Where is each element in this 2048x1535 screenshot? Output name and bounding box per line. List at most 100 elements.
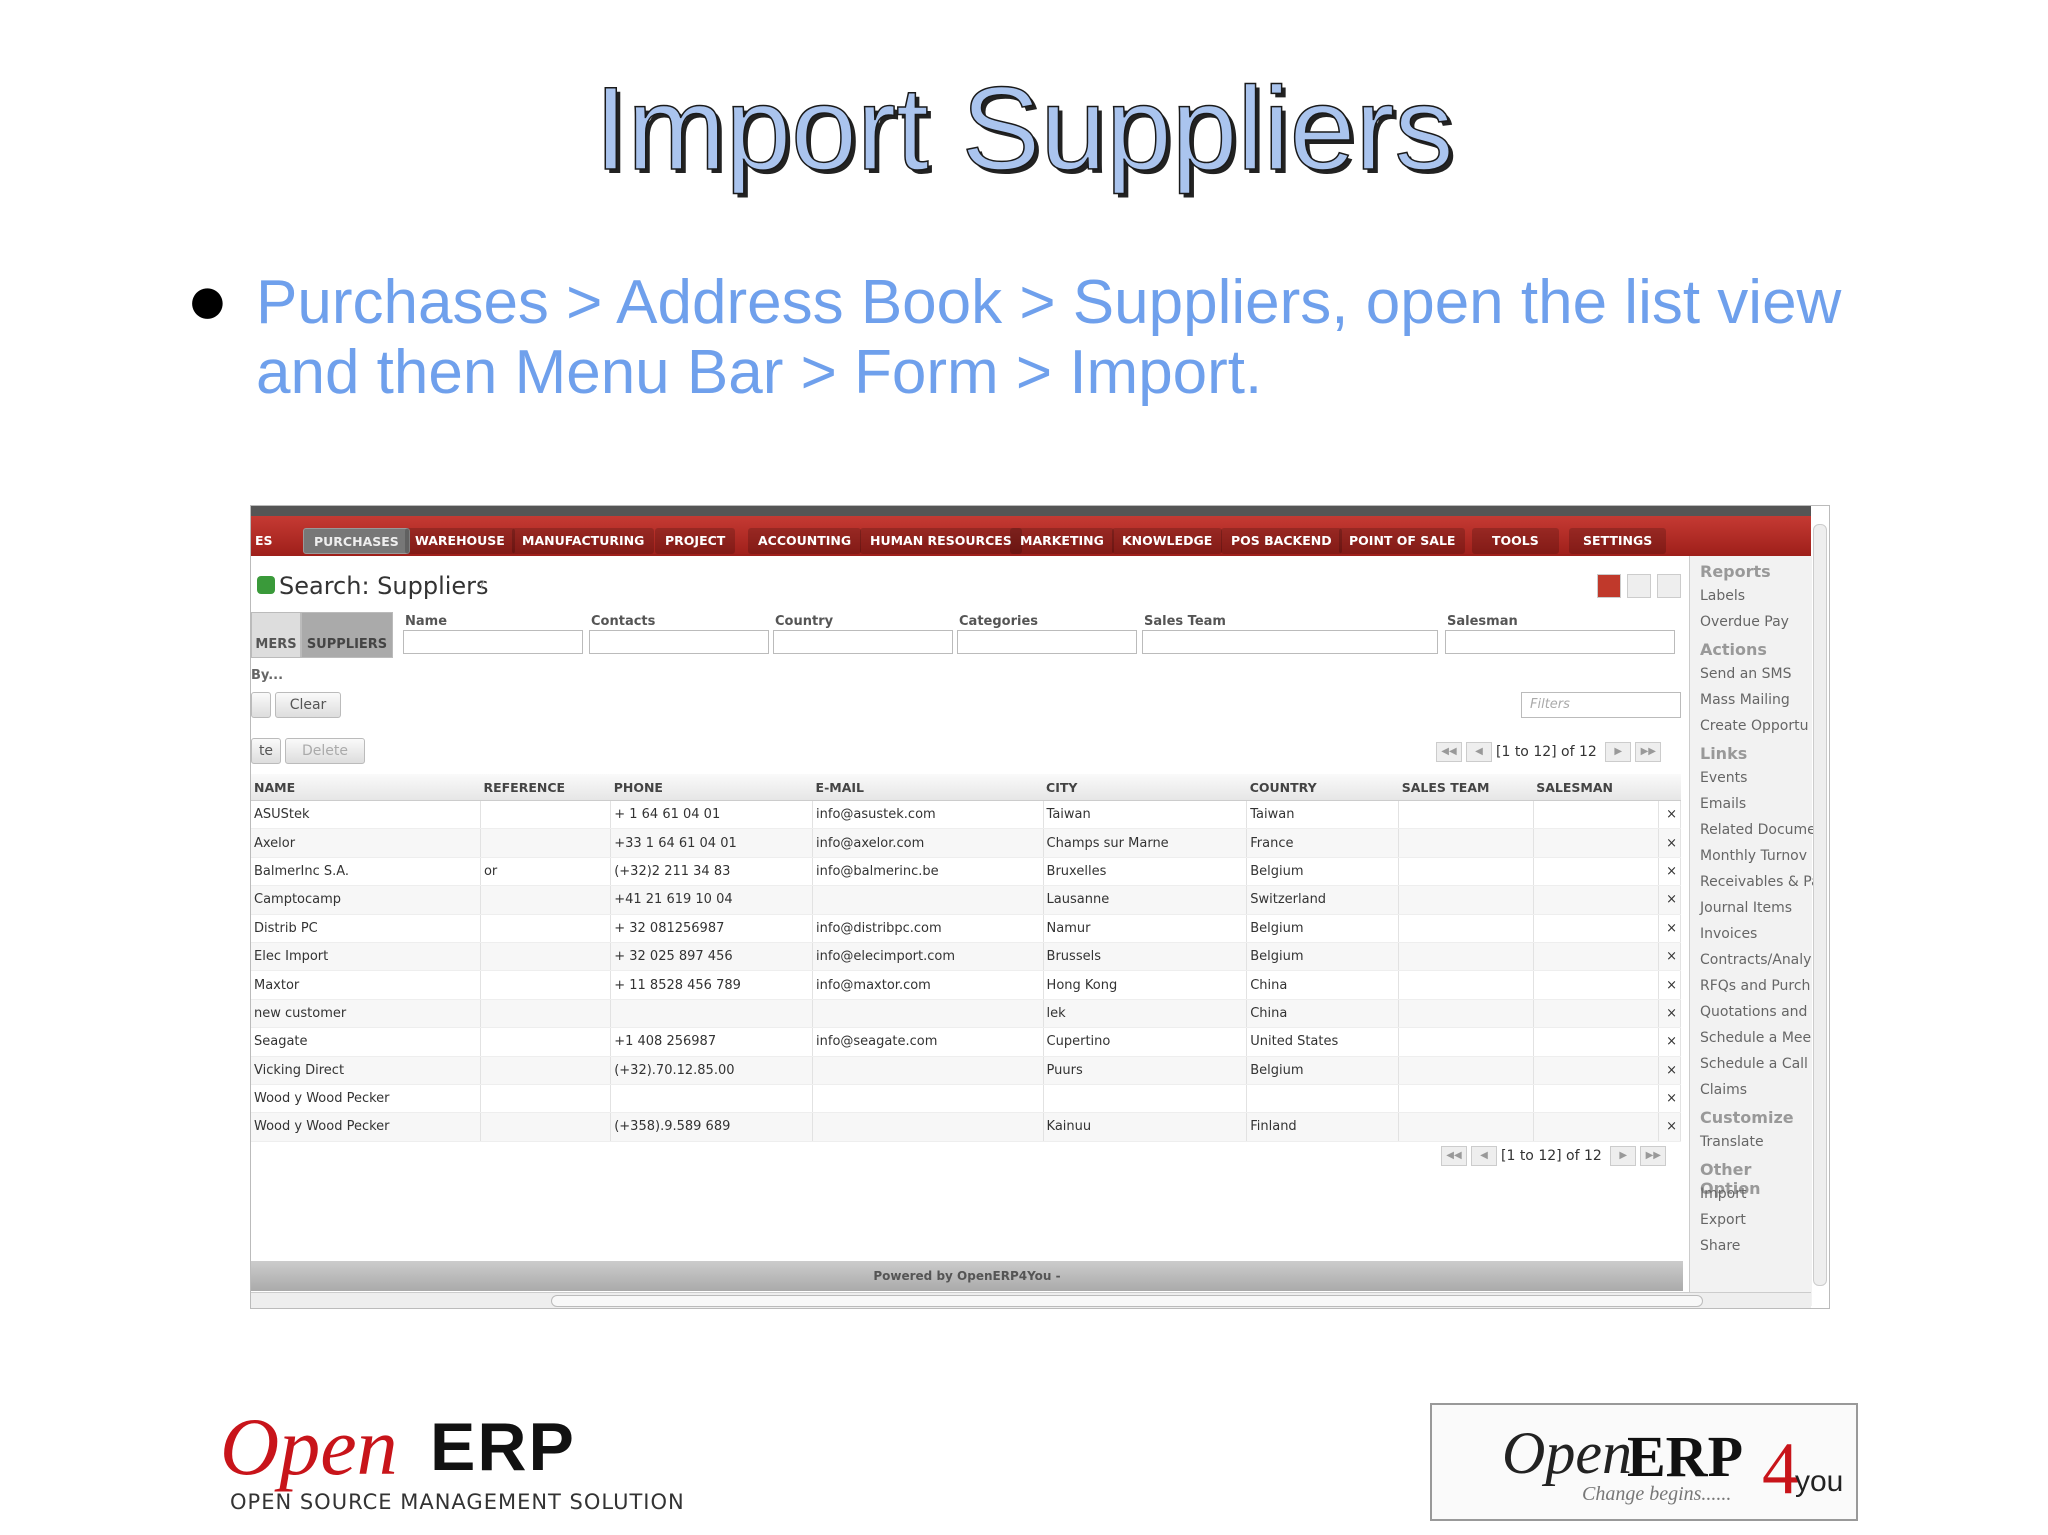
col-reference[interactable]: REFERENCE xyxy=(480,774,611,801)
delete-row-icon[interactable]: × xyxy=(1658,857,1681,887)
sidebar-item[interactable]: Translate xyxy=(1700,1134,1764,1150)
group-by-toggle[interactable]: By... xyxy=(251,668,283,683)
sidebar-heading[interactable]: Links xyxy=(1700,744,1747,763)
col-sales-team[interactable]: SALES TEAM xyxy=(1398,774,1534,801)
table-row[interactable]: ASUStek + 1 64 61 04 01 info@asustek.com Ta… xyxy=(251,800,1681,830)
prev-page-icon[interactable]: ◀ xyxy=(1466,742,1492,762)
clear-button[interactable]: Clear xyxy=(275,692,341,718)
col-city[interactable]: CITY xyxy=(1043,774,1247,801)
sidebar-item[interactable]: Monthly Turnov xyxy=(1700,848,1807,864)
col-email[interactable]: E-MAIL xyxy=(812,774,1044,801)
table-row[interactable]: Wood y Wood Pecker × xyxy=(251,1084,1681,1114)
tab-suppliers[interactable]: SUPPLIERS xyxy=(301,612,393,658)
sidebar-item[interactable]: Invoices xyxy=(1700,926,1757,942)
sidebar-item[interactable]: Export xyxy=(1700,1212,1746,1228)
tab-customers[interactable]: MERS xyxy=(251,612,301,658)
nav-tab-tools[interactable]: TOOLS xyxy=(1472,528,1559,554)
col-phone[interactable]: PHONE xyxy=(610,774,813,801)
next-page-icon[interactable]: ▶ xyxy=(1605,742,1632,762)
delete-row-icon[interactable]: × xyxy=(1658,800,1681,830)
table-row[interactable]: Axelor +33 1 64 61 04 01 info@axelor.com Ch… xyxy=(251,828,1681,858)
table-row[interactable]: Camptocamp +41 21 619 10 04 Lausanne Switze… xyxy=(251,885,1681,915)
create-button[interactable]: te xyxy=(251,738,281,764)
delete-row-icon[interactable]: × xyxy=(1658,942,1681,972)
delete-row-icon[interactable]: × xyxy=(1658,1112,1681,1142)
next-page-icon[interactable]: ▶ xyxy=(1610,1146,1637,1166)
calendar-view-icon[interactable] xyxy=(1657,574,1681,598)
last-page-icon[interactable]: ▶▶ xyxy=(1635,742,1662,762)
table-row[interactable]: Seagate +1 408 256987 info@seagate.com Cupe… xyxy=(251,1027,1681,1057)
sidebar-item[interactable]: Mass Mailing xyxy=(1700,692,1790,708)
sidebar-heading[interactable]: Customize xyxy=(1700,1108,1794,1127)
nav-tab-settings[interactable]: SETTINGS xyxy=(1569,528,1667,554)
sidebar-item[interactable]: Create Opportu xyxy=(1700,718,1808,734)
table-row[interactable]: BalmerInc S.A. or (+32)2 211 34 83 info@bal… xyxy=(251,857,1681,887)
nav-tab-human-resources[interactable]: HUMAN RESOURCES xyxy=(860,528,1022,554)
sidebar-heading[interactable]: Actions xyxy=(1700,640,1767,659)
sidebar-item[interactable]: Journal Items xyxy=(1700,900,1792,916)
help-icon[interactable]: ? xyxy=(479,578,485,591)
table-row[interactable]: new customer lek China × xyxy=(251,999,1681,1029)
nav-tab-marketing[interactable]: MARKETING xyxy=(1010,528,1114,554)
search-button[interactable] xyxy=(251,692,271,718)
sidebar-item[interactable]: Related Docume xyxy=(1700,822,1816,838)
name-input[interactable] xyxy=(403,630,583,654)
nav-tab-accounting[interactable]: ACCOUNTING xyxy=(748,528,862,554)
delete-row-icon[interactable]: × xyxy=(1658,970,1681,1000)
delete-row-icon[interactable]: × xyxy=(1658,885,1681,915)
delete-row-icon[interactable]: × xyxy=(1658,1056,1681,1085)
sidebar-item[interactable]: Events xyxy=(1700,770,1747,786)
scroll-thumb[interactable] xyxy=(551,1295,1703,1307)
sidebar-item[interactable]: RFQs and Purch xyxy=(1700,978,1810,994)
delete-row-icon[interactable]: × xyxy=(1658,1084,1681,1114)
sidebar-item[interactable]: Receivables & Pa xyxy=(1700,874,1820,890)
col-name[interactable]: NAME xyxy=(251,774,481,801)
table-row[interactable]: Vicking Direct (+32).70.12.85.00 Puurs Belg… xyxy=(251,1056,1681,1085)
form-view-icon[interactable] xyxy=(1627,574,1651,598)
list-view-icon[interactable] xyxy=(1597,574,1621,598)
nav-tab-sales[interactable]: ES xyxy=(251,528,277,554)
nav-tab-point-of-sale[interactable]: POINT OF SALE xyxy=(1339,528,1466,554)
nav-tab-warehouse[interactable]: WAREHOUSE xyxy=(405,528,515,554)
sidebar-item[interactable]: Share xyxy=(1700,1238,1740,1254)
nav-tab-manufacturing[interactable]: MANUFACTURING xyxy=(512,528,655,554)
col-country[interactable]: COUNTRY xyxy=(1246,774,1399,801)
sidebar-item[interactable]: Quotations and xyxy=(1700,1004,1807,1020)
sidebar-item[interactable]: Claims xyxy=(1700,1082,1747,1098)
sales-team-select[interactable] xyxy=(1142,630,1438,654)
first-page-icon[interactable]: ◀◀ xyxy=(1436,742,1462,762)
sidebar-item[interactable]: Import xyxy=(1700,1186,1746,1202)
table-row[interactable]: Elec Import + 32 025 897 456 info@elecimpo… xyxy=(251,942,1681,972)
vertical-scrollbar[interactable] xyxy=(1813,524,1827,1286)
country-input[interactable] xyxy=(773,630,953,654)
table-row[interactable]: Maxtor + 11 8528 456 789 info@maxtor.com Ho… xyxy=(251,970,1681,1000)
sidebar-heading[interactable]: Reports xyxy=(1700,562,1771,581)
sidebar-item[interactable]: Schedule a Call xyxy=(1700,1056,1808,1072)
nav-tab-project[interactable]: PROJECT xyxy=(655,528,736,554)
sidebar-item[interactable]: Send an SMS xyxy=(1700,666,1791,682)
col-salesman[interactable]: SALESMAN xyxy=(1533,774,1659,801)
salesman-input[interactable] xyxy=(1445,630,1675,654)
nav-tab-purchases[interactable]: PURCHASES xyxy=(303,528,410,554)
first-page-icon[interactable]: ◀◀ xyxy=(1441,1146,1467,1166)
prev-page-icon[interactable]: ◀ xyxy=(1471,1146,1497,1166)
sidebar-item[interactable]: Labels xyxy=(1700,588,1745,604)
nav-tab-knowledge[interactable]: KNOWLEDGE xyxy=(1112,528,1223,554)
filters-select[interactable]: Filters xyxy=(1521,692,1681,718)
horizontal-scrollbar[interactable] xyxy=(251,1292,1811,1308)
sidebar-item[interactable]: Schedule a Mee xyxy=(1700,1030,1811,1046)
nav-tab-pos-backend[interactable]: POS BACKEND xyxy=(1221,528,1342,554)
table-row[interactable]: Wood y Wood Pecker (+358).9.589 689 Kainuu… xyxy=(251,1112,1681,1142)
contacts-input[interactable] xyxy=(589,630,769,654)
delete-button[interactable]: Delete xyxy=(285,738,365,764)
delete-row-icon[interactable]: × xyxy=(1658,828,1681,858)
sidebar-item[interactable]: Contracts/Analy xyxy=(1700,952,1811,968)
delete-row-icon[interactable]: × xyxy=(1658,1027,1681,1057)
delete-row-icon[interactable]: × xyxy=(1658,914,1681,943)
categories-input[interactable] xyxy=(957,630,1137,654)
table-row[interactable]: Distrib PC + 32 081256987 info@distribpc.c… xyxy=(251,914,1681,943)
sidebar-item[interactable]: Overdue Pay xyxy=(1700,614,1789,630)
last-page-icon[interactable]: ▶▶ xyxy=(1640,1146,1667,1166)
delete-row-icon[interactable]: × xyxy=(1658,999,1681,1029)
sidebar-item[interactable]: Emails xyxy=(1700,796,1746,812)
